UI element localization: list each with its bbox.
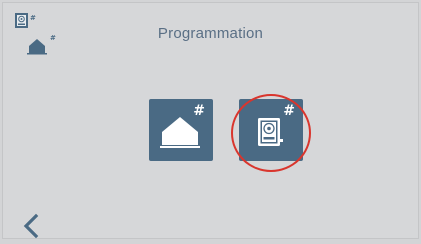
home-config-tile[interactable]: # <box>149 99 213 161</box>
screen-frame: # # Programmation # # <box>2 2 419 239</box>
corner-hash-1: # <box>30 14 36 22</box>
monitor-config-tile[interactable]: # <box>239 99 303 161</box>
back-button[interactable] <box>21 213 43 239</box>
home-hash-label: # <box>193 103 205 119</box>
chevron-left-icon <box>23 213 39 239</box>
monitor-hash-label: # <box>283 103 295 119</box>
page-title: Programmation <box>157 25 264 42</box>
